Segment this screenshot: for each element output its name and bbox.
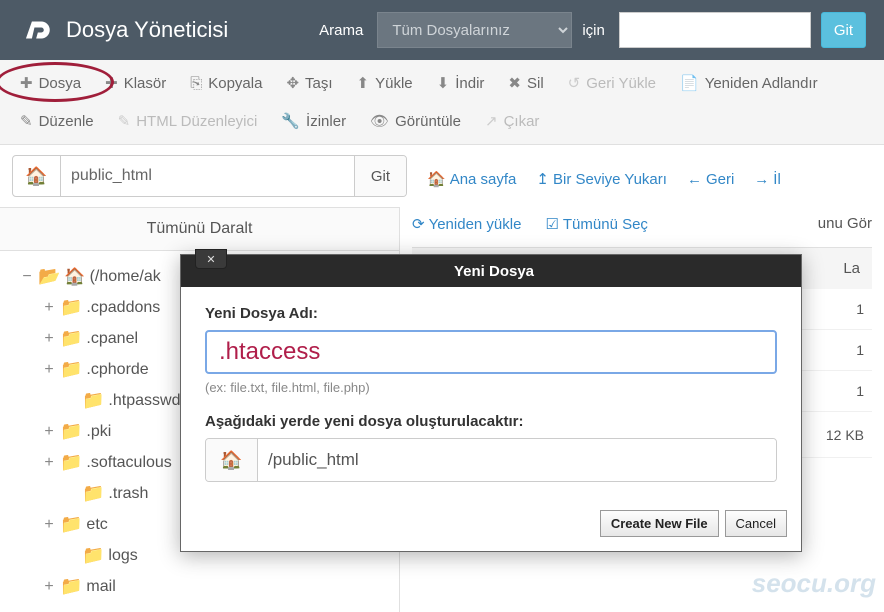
filename-hint: (ex: file.txt, file.html, file.php) [205, 380, 777, 395]
folder-icon: 📁 [60, 297, 82, 318]
folder-icon: 📁 [82, 545, 104, 566]
filename-label: Yeni Dosya Adı: [205, 305, 777, 322]
extract-icon: ↗ [485, 112, 498, 130]
nav-home[interactable]: 🏠Ana sayfa [427, 161, 516, 197]
reload-icon: ⟳ [412, 215, 425, 233]
folder-icon: 📁 [60, 359, 82, 380]
home-icon: 🏠 [427, 170, 446, 188]
move-button[interactable]: ✥Taşı [274, 64, 344, 102]
modal-close-button[interactable]: ✕ [195, 249, 227, 269]
delete-icon: ✖ [508, 74, 521, 92]
modal-path-group: 🏠 [205, 438, 777, 482]
file-icon: 📄 [680, 74, 699, 92]
new-folder-button[interactable]: ✚Klasör [93, 64, 178, 102]
rename-button[interactable]: 📄Yeniden Adlandır [668, 64, 830, 102]
collapse-all-button[interactable]: Tümünü Daralt [0, 207, 399, 251]
folder-icon: 📁 [60, 421, 82, 442]
modal-body: Yeni Dosya Adı: (ex: file.txt, file.html… [181, 287, 801, 500]
delete-button[interactable]: ✖Sil [496, 64, 555, 102]
nav-forward[interactable]: →İl [754, 161, 781, 197]
nav-bar: 🏠Ana sayfa ↥Bir Seviye Yukarı ←Geri →İl [427, 155, 781, 197]
download-button[interactable]: ⬇İndir [425, 64, 497, 102]
folder-icon: 📁 [60, 328, 82, 349]
search-input[interactable] [619, 12, 811, 48]
folder-open-icon: 📂 [38, 266, 60, 287]
nav-up[interactable]: ↥Bir Seviye Yukarı [536, 161, 667, 197]
edit-button[interactable]: ✎Düzenle [8, 102, 106, 140]
modal-header[interactable]: ✕ Yeni Dosya [181, 255, 801, 287]
new-file-modal: ✕ Yeni Dosya Yeni Dosya Adı: (ex: file.t… [180, 254, 802, 552]
cancel-button[interactable]: Cancel [725, 510, 787, 537]
plus-icon: ✚ [105, 74, 118, 92]
close-icon: ✕ [206, 253, 215, 266]
new-file-button[interactable]: ✚Dosya [8, 64, 93, 102]
tree-item[interactable]: +📁mail [20, 571, 399, 602]
home-icon[interactable]: 🏠 [13, 156, 61, 196]
nav-bar-2: ⟳Yeniden yükle ☑Tümünü Seç unu Gör [412, 207, 872, 247]
search-scope-select[interactable]: Tüm Dosyalarınız [377, 12, 572, 48]
search-go-button[interactable]: Git [821, 12, 866, 48]
filename-input[interactable] [205, 330, 777, 374]
search-label: Arama [319, 22, 363, 39]
back-icon: ← [687, 171, 702, 188]
restore-button[interactable]: ↺Geri Yükle [556, 64, 668, 102]
path-input[interactable] [61, 156, 354, 196]
extract-button[interactable]: ↗Çıkar [473, 102, 551, 140]
copy-icon: ⎘ [190, 75, 202, 92]
nav-select-all[interactable]: ☑Tümünü Seç [545, 215, 648, 233]
eye-icon: 👁 [370, 112, 389, 130]
create-file-button[interactable]: Create New File [600, 510, 719, 537]
folder-icon: 📁 [60, 576, 82, 597]
move-icon: ✥ [286, 74, 299, 92]
col-size[interactable]: La [843, 260, 860, 277]
view-button[interactable]: 👁Görüntüle [358, 102, 473, 140]
view-partial-text: unu Gör [818, 215, 872, 233]
path-bar: 🏠 Git [12, 155, 407, 197]
folder-icon: 📁 [82, 483, 104, 504]
permissions-button[interactable]: 🔧İzinler [269, 102, 358, 140]
path-go-button[interactable]: Git [354, 156, 406, 196]
nav-reload[interactable]: ⟳Yeniden yükle [412, 215, 521, 233]
app-logo: Dosya Yöneticisi [18, 11, 228, 49]
upload-button[interactable]: ⬆Yükle [345, 64, 425, 102]
modal-path-input[interactable] [258, 439, 776, 481]
copy-button[interactable]: ⎘Kopyala [178, 64, 274, 102]
pencil-icon: ✎ [20, 112, 33, 130]
forward-icon: → [754, 171, 769, 188]
html-icon: ✎ [118, 112, 131, 130]
for-label: için [582, 22, 605, 39]
plus-icon: ✚ [20, 74, 33, 92]
key-icon: 🔧 [281, 112, 300, 130]
html-editor-button[interactable]: ✎HTML Düzenleyici [106, 102, 270, 140]
undo-icon: ↺ [568, 74, 581, 92]
toolbar: ✚Dosya ✚Klasör ⎘Kopyala ✥Taşı ⬆Yükle ⬇İn… [0, 60, 884, 145]
home-icon: 🏠 [206, 439, 258, 481]
cpanel-icon [18, 11, 56, 49]
up-icon: ↥ [536, 170, 549, 188]
sub-header: 🏠 Git 🏠Ana sayfa ↥Bir Seviye Yukarı ←Ger… [0, 145, 884, 207]
nav-back[interactable]: ←Geri [687, 161, 734, 197]
app-title: Dosya Yöneticisi [66, 17, 228, 43]
home-icon: 🏠 [64, 267, 85, 287]
upload-icon: ⬆ [357, 74, 370, 92]
modal-title: Yeni Dosya [454, 263, 534, 280]
folder-icon: 📁 [82, 390, 104, 411]
modal-footer: Create New File Cancel [181, 500, 801, 551]
folder-icon: 📁 [60, 514, 82, 535]
download-icon: ⬇ [437, 74, 450, 92]
top-bar: Dosya Yöneticisi Arama Tüm Dosyalarınız … [0, 0, 884, 60]
path-label: Aşağıdaki yerde yeni dosya oluşturulacak… [205, 413, 777, 430]
check-icon: ☑ [545, 215, 558, 233]
folder-icon: 📁 [60, 452, 82, 473]
